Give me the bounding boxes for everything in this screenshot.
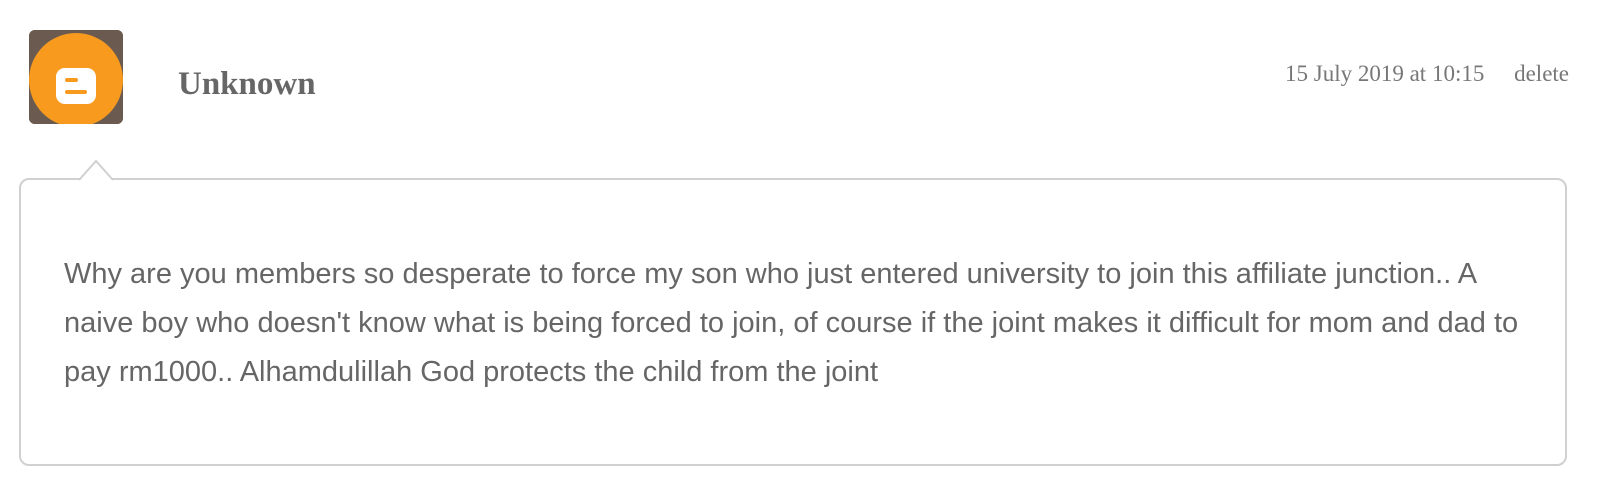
comment-body: Why are you members so desperate to forc… [64, 258, 1519, 388]
comment-author[interactable]: Unknown [178, 64, 316, 104]
comment-item: Unknown 15 July 2019 at 10:15 delete Why… [0, 0, 1600, 503]
blogger-icon [29, 30, 123, 124]
comment-timestamp[interactable]: 15 July 2019 at 10:15 [1285, 61, 1484, 86]
avatar[interactable] [29, 30, 123, 124]
comment-meta: 15 July 2019 at 10:15 delete [1285, 60, 1569, 88]
delete-link[interactable]: delete [1514, 61, 1569, 86]
